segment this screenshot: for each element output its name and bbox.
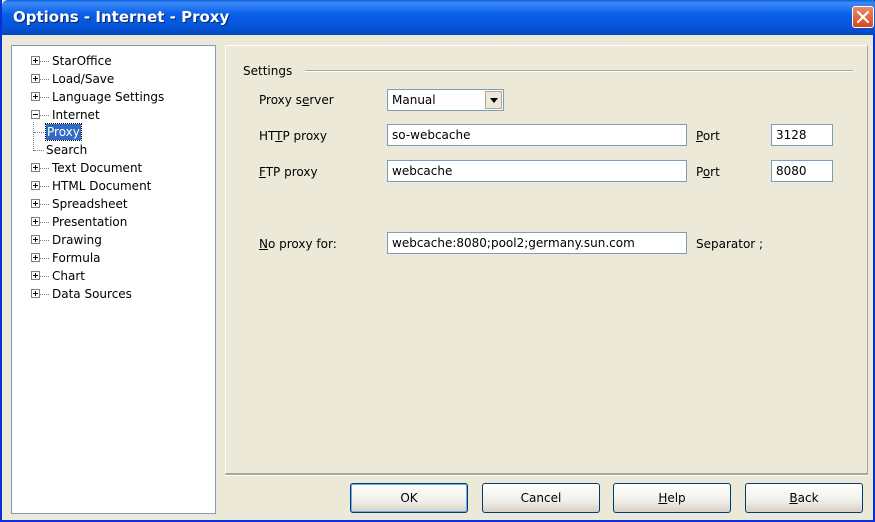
close-button[interactable] [852,6,874,28]
settings-group-label: Settings [243,64,293,78]
footer-separator [225,474,868,476]
back-button[interactable]: Back [745,483,863,513]
http-proxy-input[interactable]: so-webcache [387,124,687,146]
tree-item-label: Internet [52,108,100,122]
expand-icon[interactable] [31,163,40,172]
tree-item-label: Presentation [52,215,128,229]
proxy-server-label: Proxy server [259,93,334,107]
settings-group-line [305,70,853,72]
window-title: Options - Internet - Proxy [13,8,230,26]
close-icon [856,10,870,24]
tree-item-label: Spreadsheet [52,197,128,211]
http-port-label: Port [696,129,720,143]
tree-item-label: Proxy [45,123,82,141]
tree-item-label: Load/Save [52,72,115,86]
http-port-input[interactable]: 3128 [771,124,833,146]
expand-icon[interactable] [31,56,40,65]
ftp-port-label: Port [696,165,720,179]
tree-item-label: Search [46,143,88,157]
tree-item-label: Language Settings [52,90,165,104]
ftp-port-input[interactable]: 8080 [771,160,833,182]
tree-item-label: Chart [52,269,85,283]
expand-icon[interactable] [31,217,40,226]
tree-item-label: Drawing [52,233,102,247]
ftp-proxy-input[interactable]: webcache [387,160,687,182]
settings-panel [225,45,868,474]
chevron-down-icon[interactable] [485,91,502,109]
tree-item-label: Text Document [52,161,143,175]
proxy-server-select[interactable]: Manual [387,89,504,111]
tree-item-label: Formula [52,251,101,265]
help-button[interactable]: Help [613,483,731,513]
options-tree[interactable]: StarOffice Load/Save Language Settings I… [11,45,216,514]
ftp-proxy-label: FTP proxy [259,165,318,179]
expand-icon[interactable] [31,235,40,244]
tree-item-label: Data Sources [52,287,132,301]
expand-icon[interactable] [31,92,40,101]
tree-item-label: StarOffice [52,54,112,68]
no-proxy-input[interactable]: webcache:8080;pool2;germany.sun.com [387,232,687,254]
proxy-server-value: Manual [392,93,436,107]
separator-label: Separator ; [696,237,764,251]
title-bar[interactable]: Options - Internet - Proxy [2,0,875,35]
expand-icon[interactable] [31,199,40,208]
expand-icon[interactable] [31,289,40,298]
expand-icon[interactable] [31,271,40,280]
tree-item-label: HTML Document [52,179,152,193]
cancel-button[interactable]: Cancel [482,483,600,513]
ok-button[interactable]: OK [350,483,468,513]
http-proxy-label: HTTP proxy [259,129,328,143]
collapse-icon[interactable] [31,110,40,119]
no-proxy-label: No proxy for: [259,237,337,251]
expand-icon[interactable] [31,181,40,190]
expand-icon[interactable] [31,74,40,83]
options-dialog: Options - Internet - Proxy StarOffice Lo… [0,0,875,522]
expand-icon[interactable] [31,253,40,262]
tree-connector [33,122,34,151]
